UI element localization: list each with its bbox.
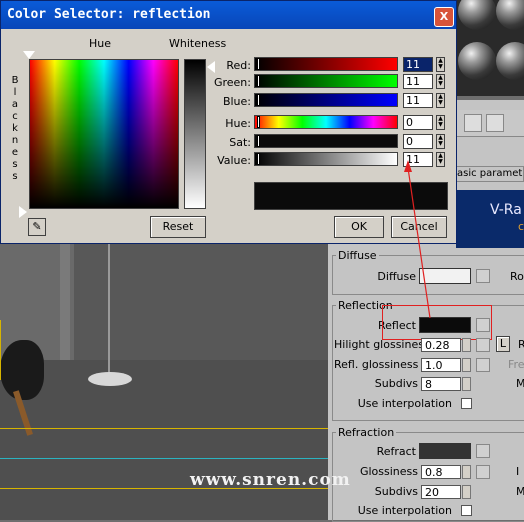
annotation-arrow bbox=[404, 160, 431, 319]
watermark: www.snren.com bbox=[190, 470, 351, 490]
